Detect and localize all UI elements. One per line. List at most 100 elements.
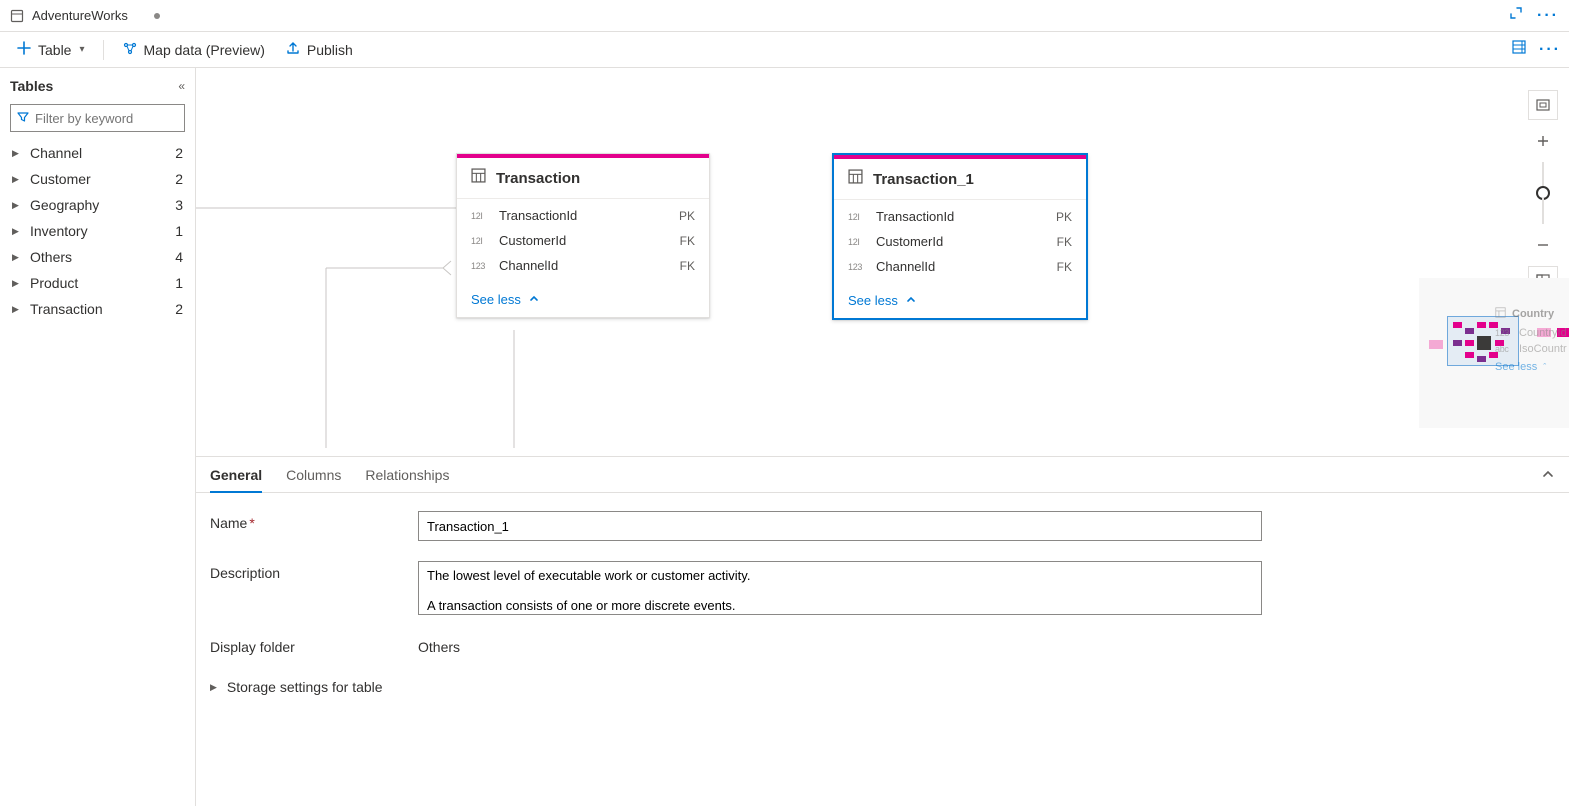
tab-columns[interactable]: Columns: [286, 467, 341, 493]
collapse-panel-icon[interactable]: [1541, 467, 1555, 486]
see-less-button[interactable]: See less: [834, 285, 1086, 318]
column-row[interactable]: 12ITransactionIdPK: [471, 203, 695, 228]
unsaved-indicator-icon: [154, 13, 160, 19]
sidebar-item-others[interactable]: ▶Others4: [10, 244, 185, 270]
card-title: Transaction: [496, 170, 580, 187]
zoom-track: [1542, 198, 1544, 224]
database-icon: [10, 9, 24, 23]
more-options-icon[interactable]: ···: [1539, 41, 1561, 59]
caret-right-icon: ▶: [210, 682, 217, 693]
tab-relationships[interactable]: Relationships: [365, 467, 449, 493]
ghost-title: Country: [1512, 308, 1554, 320]
sidebar-item-channel[interactable]: ▶Channel2: [10, 140, 185, 166]
card-header[interactable]: Transaction: [457, 158, 709, 199]
map-data-label: Map data (Preview): [144, 42, 265, 58]
column-row[interactable]: 123 ChannelId FK: [471, 253, 695, 278]
table-icon: [1495, 307, 1506, 321]
map-icon: [122, 40, 138, 59]
column-name: ChannelId: [876, 259, 935, 274]
key-badge: FK: [1057, 260, 1072, 274]
column-row[interactable]: 123 ChannelId FK: [848, 254, 1072, 279]
publish-label: Publish: [307, 42, 353, 58]
sidebar-title: Tables: [10, 78, 53, 94]
zoom-track: [1542, 162, 1544, 188]
zoom-out-button[interactable]: [1528, 230, 1558, 260]
sidebar-item-label: Geography: [30, 197, 99, 213]
properties-panel: General Columns Relationships Name* Desc…: [196, 456, 1569, 806]
map-data-button[interactable]: Map data (Preview): [114, 36, 273, 63]
chevron-up-icon: [906, 294, 916, 307]
column-row[interactable]: 12I TransactionId PK: [848, 204, 1072, 229]
sidebar-item-count: 1: [175, 223, 183, 239]
properties-tabs: General Columns Relationships: [196, 457, 1569, 493]
chevron-up-icon: [529, 293, 539, 306]
description-input[interactable]: [418, 561, 1262, 615]
datatype-badge: 12I: [471, 236, 489, 246]
sidebar-item-label: Others: [30, 249, 72, 265]
column-row[interactable]: 12ICustomerIdFK: [848, 229, 1072, 254]
column-row[interactable]: 12ICustomerIdFK: [471, 228, 695, 253]
datatype-badge: 12I: [848, 237, 866, 247]
file-title: AdventureWorks: [32, 8, 128, 23]
table-tree: ▶Channel2▶Customer2▶Geography3▶Inventory…: [10, 140, 185, 322]
datatype-badge: 12I: [471, 211, 489, 221]
storage-settings-toggle[interactable]: ▶ Storage settings for table: [210, 675, 1262, 695]
key-badge: FK: [680, 234, 695, 248]
collapse-sidebar-icon[interactable]: «: [178, 79, 185, 93]
command-bar: Table ▾ Map data (Preview) Publish ···: [0, 32, 1569, 68]
sidebar-item-label: Customer: [30, 171, 91, 187]
fit-to-screen-button[interactable]: [1528, 90, 1558, 120]
tab-general[interactable]: General: [210, 467, 262, 493]
caret-right-icon: ▶: [12, 304, 22, 315]
sidebar-item-count: 2: [175, 301, 183, 317]
storage-settings-label: Storage settings for table: [227, 679, 383, 695]
datatype-badge: 123: [848, 262, 866, 272]
sidebar-item-transaction[interactable]: ▶ Transaction 2: [10, 296, 185, 322]
sidebar-item-inventory[interactable]: ▶Inventory1: [10, 218, 185, 244]
sidebar-item-customer[interactable]: ▶Customer2: [10, 166, 185, 192]
caret-right-icon: ▶: [12, 200, 22, 211]
key-badge: PK: [1056, 210, 1072, 224]
new-table-button[interactable]: Table ▾: [8, 36, 93, 63]
column-name: TransactionId: [499, 208, 577, 223]
publish-button[interactable]: Publish: [277, 36, 361, 63]
name-input[interactable]: [418, 511, 1262, 541]
table-icon: [848, 169, 863, 189]
key-badge: FK: [1057, 235, 1072, 249]
datatype-badge: 12I: [848, 212, 866, 222]
caret-right-icon: ▶: [12, 226, 22, 237]
more-icon[interactable]: ···: [1537, 7, 1559, 25]
chevron-down-icon: ▾: [79, 44, 84, 55]
caret-right-icon: ▶: [12, 174, 22, 185]
sidebar-item-count: 2: [175, 145, 183, 161]
filter-icon: [17, 111, 29, 126]
caret-right-icon: ▶: [12, 278, 22, 289]
card-header[interactable]: Transaction_1: [834, 159, 1086, 200]
divider: [103, 40, 104, 60]
filter-input[interactable]: [35, 111, 211, 126]
table-icon: [471, 168, 486, 188]
plus-icon: [16, 40, 32, 59]
list-icon[interactable]: [1511, 39, 1527, 60]
sidebar-item-geography[interactable]: ▶Geography3: [10, 192, 185, 218]
sidebar-item-count: 1: [175, 275, 183, 291]
datatype-badge: 123: [471, 261, 489, 271]
new-table-label: Table: [38, 42, 71, 58]
display-folder-value: Others: [418, 635, 1262, 655]
sidebar-item-label: Transaction: [30, 301, 103, 317]
sidebar: Tables « ▶Channel2▶Customer2▶Geography3▶…: [0, 68, 196, 806]
column-name: TransactionId: [876, 209, 954, 224]
filter-input-wrapper[interactable]: [10, 104, 185, 132]
zoom-in-button[interactable]: [1528, 126, 1558, 156]
column-name: ChannelId: [499, 258, 558, 273]
publish-icon: [285, 40, 301, 59]
caret-right-icon: ▶: [12, 252, 22, 263]
expand-icon[interactable]: [1509, 6, 1523, 25]
ghost-table-card: Country 123CountryId abcIsoCountr See le…: [1489, 303, 1569, 377]
key-badge: FK: [680, 259, 695, 273]
see-less-button[interactable]: See less: [457, 284, 709, 317]
display-folder-label: Display folder: [210, 635, 410, 655]
sidebar-item-product[interactable]: ▶Product1: [10, 270, 185, 296]
table-card-transaction-1[interactable]: Transaction_1 12I TransactionId PK 12ICustom…: [832, 153, 1088, 320]
table-card-transaction[interactable]: Transaction12ITransactionIdPK12ICustomer…: [456, 153, 710, 318]
